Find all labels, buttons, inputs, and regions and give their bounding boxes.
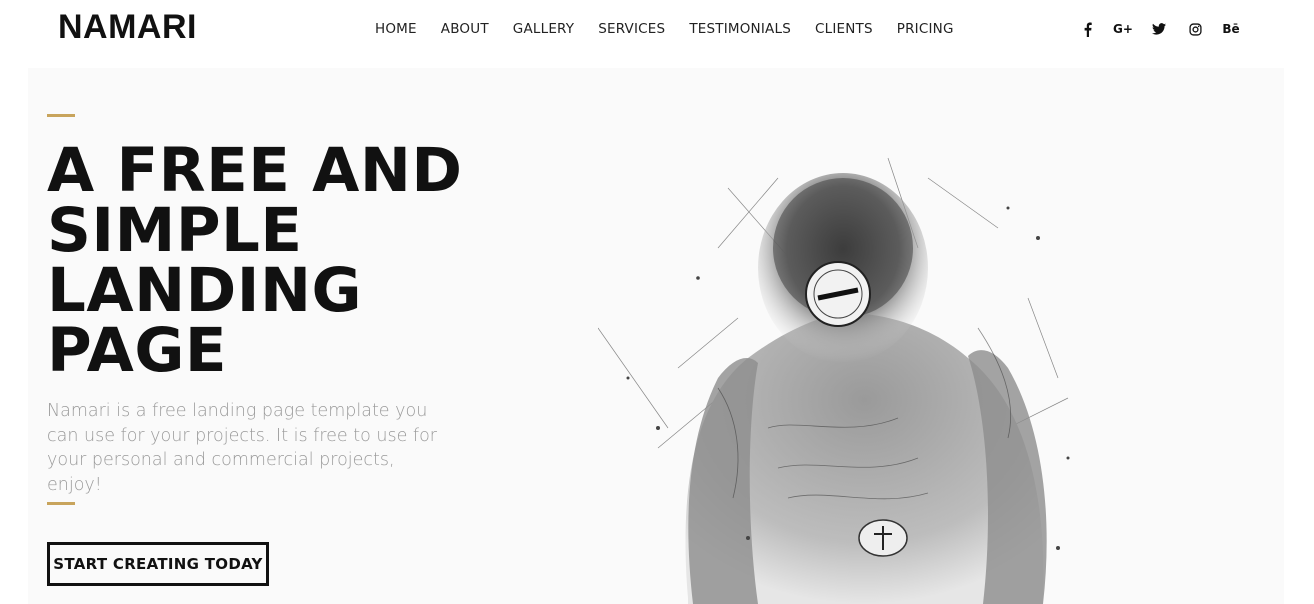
brand-logo[interactable]: NAMARI bbox=[58, 8, 197, 47]
nav-gallery[interactable]: GALLERY bbox=[513, 21, 574, 37]
start-creating-button[interactable]: START CREATING TODAY bbox=[47, 542, 269, 586]
headline-line: SIMPLE bbox=[47, 195, 303, 266]
main-nav: HOME ABOUT GALLERY SERVICES TESTIMONIALS… bbox=[375, 21, 978, 37]
hero-section: A FREE AND SIMPLE LANDING PAGE Namari is… bbox=[28, 68, 1284, 604]
headline-line: PAGE bbox=[47, 315, 228, 386]
twitter-icon[interactable] bbox=[1150, 20, 1168, 38]
nav-testimonials[interactable]: TESTIMONIALS bbox=[689, 21, 791, 37]
site-header: NAMARI HOME ABOUT GALLERY SERVICES TESTI… bbox=[0, 0, 1314, 64]
instagram-icon[interactable] bbox=[1186, 20, 1204, 38]
nav-clients[interactable]: CLIENTS bbox=[815, 21, 873, 37]
headline-line: A FREE AND bbox=[47, 135, 463, 206]
hero-illustration bbox=[598, 157, 1070, 604]
hero-description: Namari is a free landing page template y… bbox=[47, 401, 437, 495]
behance-icon[interactable]: Bē bbox=[1222, 20, 1240, 38]
nav-services[interactable]: SERVICES bbox=[598, 21, 665, 37]
nav-pricing[interactable]: PRICING bbox=[897, 21, 954, 37]
google-plus-icon[interactable]: G+ bbox=[1113, 20, 1133, 38]
facebook-icon[interactable] bbox=[1078, 20, 1096, 38]
nav-home[interactable]: HOME bbox=[375, 21, 417, 37]
accent-bar-bottom bbox=[47, 502, 75, 505]
headline-line: LANDING bbox=[47, 255, 363, 326]
hero-headline: A FREE AND SIMPLE LANDING PAGE bbox=[47, 135, 463, 386]
social-links: G+ Bē bbox=[1078, 20, 1258, 38]
accent-bar-top bbox=[47, 114, 75, 117]
nav-about[interactable]: ABOUT bbox=[441, 21, 489, 37]
